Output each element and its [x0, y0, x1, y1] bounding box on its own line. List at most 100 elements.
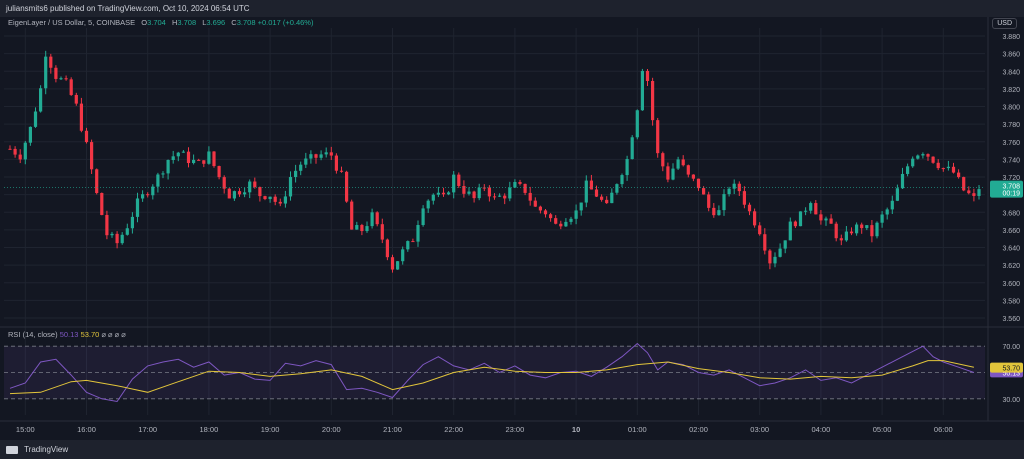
candle-body	[498, 195, 502, 197]
candle-body	[742, 191, 746, 205]
candle-body	[793, 221, 797, 227]
candle-body	[753, 211, 757, 226]
candle-body	[584, 180, 588, 203]
candle-body	[778, 248, 782, 257]
candle-body	[554, 218, 558, 224]
candle-body	[788, 221, 792, 241]
candle-body	[447, 192, 451, 195]
candle-body	[834, 223, 838, 239]
candle-body	[166, 159, 170, 174]
candle-body	[671, 168, 675, 180]
candle-body	[309, 154, 313, 159]
candle-body	[243, 192, 247, 195]
candle-body	[656, 120, 660, 154]
footer: TradingView	[0, 440, 1024, 459]
candle-body	[125, 228, 129, 235]
candle-body	[686, 165, 690, 175]
candle-body	[523, 183, 527, 193]
candle-body	[416, 225, 420, 242]
candle-body	[69, 79, 73, 95]
candle-body	[467, 191, 471, 194]
price-tick-label: 3.880	[1002, 34, 1020, 41]
candle-body	[268, 196, 272, 200]
current-price-label: 3.708	[1002, 184, 1020, 191]
candle-body	[635, 110, 639, 138]
candle-body	[518, 181, 522, 184]
candle-body	[880, 214, 884, 223]
candle-body	[768, 250, 772, 264]
candle-body	[773, 256, 777, 264]
candle-body	[819, 214, 823, 221]
candle-body	[911, 158, 915, 167]
candle-body	[396, 261, 400, 270]
candle-body	[477, 187, 481, 199]
price-tick-label: 3.760	[1002, 140, 1020, 147]
rsi-value: 50.13	[59, 330, 79, 339]
candle-body	[401, 249, 405, 262]
candle-body	[890, 200, 894, 210]
candle-body	[651, 80, 655, 121]
candle-body	[350, 201, 354, 230]
candle-body	[49, 56, 53, 68]
rsi-settings-icons[interactable]: ⌀ ⌀ ⌀ ⌀	[101, 330, 125, 339]
time-tick-label: 21:00	[383, 425, 402, 434]
candle-body	[538, 206, 542, 211]
candle-body	[95, 169, 99, 194]
candle-body	[508, 187, 512, 199]
candle-body	[273, 196, 277, 202]
candle-body	[115, 233, 119, 244]
bar-countdown-label: 00:19	[1002, 191, 1020, 198]
chart-canvas[interactable]: 3.880 3.860 3.840 3.820 3.800 3.780 3.760 3.740…	[0, 0, 1024, 440]
candle-body	[426, 200, 430, 209]
price-tick-label: 3.620	[1002, 263, 1020, 270]
time-tick-label: 16:00	[77, 425, 96, 434]
candle-body	[569, 218, 573, 222]
candle-body	[232, 191, 236, 199]
candle-body	[931, 156, 935, 163]
candle-body	[829, 218, 833, 224]
candle-body	[345, 171, 349, 202]
candle-body	[798, 211, 803, 227]
candle-body	[263, 196, 267, 200]
price-tick-label: 3.840	[1002, 69, 1020, 76]
candle-body	[324, 152, 328, 155]
candle-body	[39, 88, 43, 112]
candle-body	[967, 190, 971, 194]
candle-body	[457, 174, 461, 186]
candle-body	[849, 231, 854, 234]
candle-body	[957, 172, 961, 178]
candle-body	[906, 166, 910, 174]
price-tick-label: 3.640	[1002, 246, 1020, 253]
candle-body	[645, 70, 650, 81]
time-tick-label: 18:00	[200, 425, 219, 434]
candle-body	[625, 159, 629, 176]
time-tick-label: 20:00	[322, 425, 341, 434]
time-tick-label: 05:00	[873, 425, 892, 434]
candle-body	[161, 173, 165, 175]
footer-brand[interactable]: TradingView	[24, 445, 68, 454]
candle-body	[212, 151, 216, 167]
candle-body	[100, 193, 104, 215]
time-tick-label: 15:00	[16, 425, 35, 434]
candle-body	[355, 225, 359, 230]
candle-body	[314, 154, 318, 158]
candle-body	[390, 257, 395, 270]
candle-body	[921, 154, 925, 156]
candle-body	[860, 224, 864, 229]
candle-body	[217, 166, 221, 178]
candle-body	[365, 226, 369, 232]
candle-body	[360, 225, 364, 232]
candle-body	[487, 187, 491, 197]
price-tick-label: 3.660	[1002, 228, 1020, 235]
candle-body	[370, 212, 374, 227]
candle-body	[207, 151, 211, 164]
candle-body	[44, 56, 48, 89]
candle-body	[936, 162, 940, 169]
time-tick-label: 02:00	[689, 425, 708, 434]
candle-body	[814, 203, 818, 215]
candle-body	[594, 189, 599, 197]
time-tick-label: 23:00	[506, 425, 525, 434]
candle-body	[421, 208, 425, 226]
price-tick-label: 3.580	[1002, 298, 1020, 305]
candle-body	[732, 183, 736, 189]
